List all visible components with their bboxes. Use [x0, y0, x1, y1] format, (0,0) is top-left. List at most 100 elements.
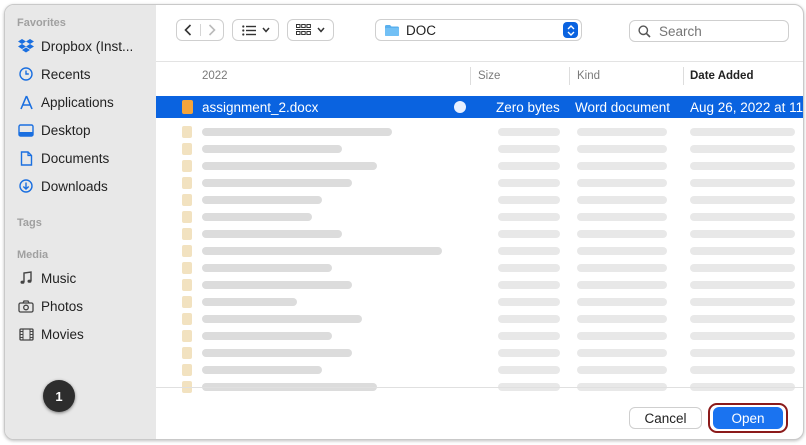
cancel-button[interactable]: Cancel [629, 407, 702, 429]
table-row-selected[interactable]: assignment_2.docx Zero bytes Word docume… [156, 96, 803, 118]
file-icon [182, 296, 192, 308]
column-divider[interactable] [683, 67, 684, 85]
blurred-date [690, 162, 795, 170]
blurred-size [498, 230, 560, 238]
blurred-kind [577, 298, 667, 306]
main-panel: DOC 2022 Size Kind Date Added assignment… [156, 5, 803, 439]
blurred-size [498, 315, 560, 323]
blurred-kind [577, 128, 667, 136]
search-input[interactable] [657, 22, 786, 40]
table-row[interactable] [156, 158, 803, 174]
table-row[interactable] [156, 362, 803, 378]
blurred-name [202, 230, 342, 238]
blurred-name [202, 247, 442, 255]
sidebar-item-photos[interactable]: Photos [17, 295, 83, 317]
blurred-kind [577, 213, 667, 221]
sidebar-item-downloads[interactable]: Downloads [17, 175, 108, 197]
file-icon [182, 177, 192, 189]
sidebar-item-documents[interactable]: Documents [17, 147, 109, 169]
grid-view-icon [296, 24, 311, 35]
back-button[interactable] [177, 24, 201, 36]
open-button[interactable]: Open [713, 407, 783, 429]
column-divider[interactable] [569, 67, 570, 85]
sidebar-item-desktop[interactable]: Desktop [17, 119, 91, 141]
applications-icon [17, 95, 35, 110]
file-date-added: Aug 26, 2022 at 11 [690, 99, 804, 115]
list-view-button[interactable] [232, 19, 279, 41]
sidebar-item-applications[interactable]: Applications [17, 91, 114, 113]
chevron-right-icon [208, 24, 216, 36]
table-row[interactable] [156, 277, 803, 293]
sidebar-item-label: Desktop [41, 122, 91, 138]
location-popup[interactable]: DOC [375, 19, 582, 41]
file-icon [182, 160, 192, 172]
blurred-kind [577, 281, 667, 289]
table-row[interactable] [156, 141, 803, 157]
file-kind: Word document [575, 99, 671, 115]
table-row[interactable] [156, 345, 803, 361]
desktop-icon [17, 123, 35, 137]
column-header-size[interactable]: Size [478, 62, 500, 90]
list-view-icon [241, 24, 256, 36]
blurred-size [498, 179, 560, 187]
download-icon [17, 179, 35, 193]
table-row[interactable] [156, 311, 803, 327]
table-row[interactable] [156, 260, 803, 276]
blurred-date [690, 247, 795, 255]
column-header-date-added[interactable]: Date Added [690, 62, 753, 90]
nav-back-forward [176, 19, 224, 41]
table-row[interactable] [156, 243, 803, 259]
file-open-dialog: Favorites Dropbox (Inst... Recents Appli… [4, 4, 804, 440]
film-icon [17, 327, 35, 341]
table-row[interactable] [156, 192, 803, 208]
column-header-kind[interactable]: Kind [577, 62, 600, 90]
table-row[interactable] [156, 124, 803, 140]
sidebar-item-label: Movies [41, 326, 84, 342]
search-field[interactable] [629, 20, 789, 42]
table-row[interactable] [156, 175, 803, 191]
sidebar: Favorites Dropbox (Inst... Recents Appli… [5, 5, 156, 439]
table-row[interactable] [156, 294, 803, 310]
blurred-date [690, 128, 795, 136]
blurred-size [498, 298, 560, 306]
blurred-kind [577, 162, 667, 170]
blurred-name [202, 162, 377, 170]
sidebar-item-recents[interactable]: Recents [17, 63, 91, 85]
table-row[interactable] [156, 328, 803, 344]
forward-button[interactable] [201, 24, 223, 36]
sidebar-item-label: Recents [41, 66, 91, 82]
blurred-name [202, 298, 297, 306]
blurred-name [202, 366, 322, 374]
file-icon [182, 228, 192, 240]
blurred-size [498, 213, 560, 221]
blurred-date [690, 264, 795, 272]
updown-chevron-icon [563, 22, 578, 38]
sidebar-item-music[interactable]: Music [17, 267, 76, 289]
blurred-name [202, 213, 312, 221]
blurred-kind [577, 247, 667, 255]
blurred-date [690, 315, 795, 323]
blurred-kind [577, 315, 667, 323]
file-icon [182, 211, 192, 223]
blurred-size [498, 366, 560, 374]
cloud-status-icon [454, 101, 466, 113]
column-header-name[interactable]: 2022 [202, 62, 228, 90]
sidebar-item-dropbox[interactable]: Dropbox (Inst... [17, 35, 133, 57]
column-divider[interactable] [470, 67, 471, 85]
table-row[interactable] [156, 209, 803, 225]
sidebar-section-favorites: Favorites [17, 17, 66, 29]
file-name: assignment_2.docx [202, 99, 319, 115]
file-list: 2022 Size Kind Date Added assignment_2.d… [156, 61, 803, 393]
blurred-name [202, 315, 362, 323]
blurred-size [498, 196, 560, 204]
blurred-kind [577, 179, 667, 187]
sidebar-section-tags: Tags [17, 217, 42, 229]
blurred-size [498, 145, 560, 153]
table-row[interactable] [156, 226, 803, 242]
sidebar-item-movies[interactable]: Movies [17, 323, 84, 345]
file-icon [182, 143, 192, 155]
file-icon [182, 245, 192, 257]
dialog-footer: Cancel Open [156, 387, 803, 439]
group-view-button[interactable] [287, 19, 334, 41]
sidebar-section-media: Media [17, 249, 49, 261]
